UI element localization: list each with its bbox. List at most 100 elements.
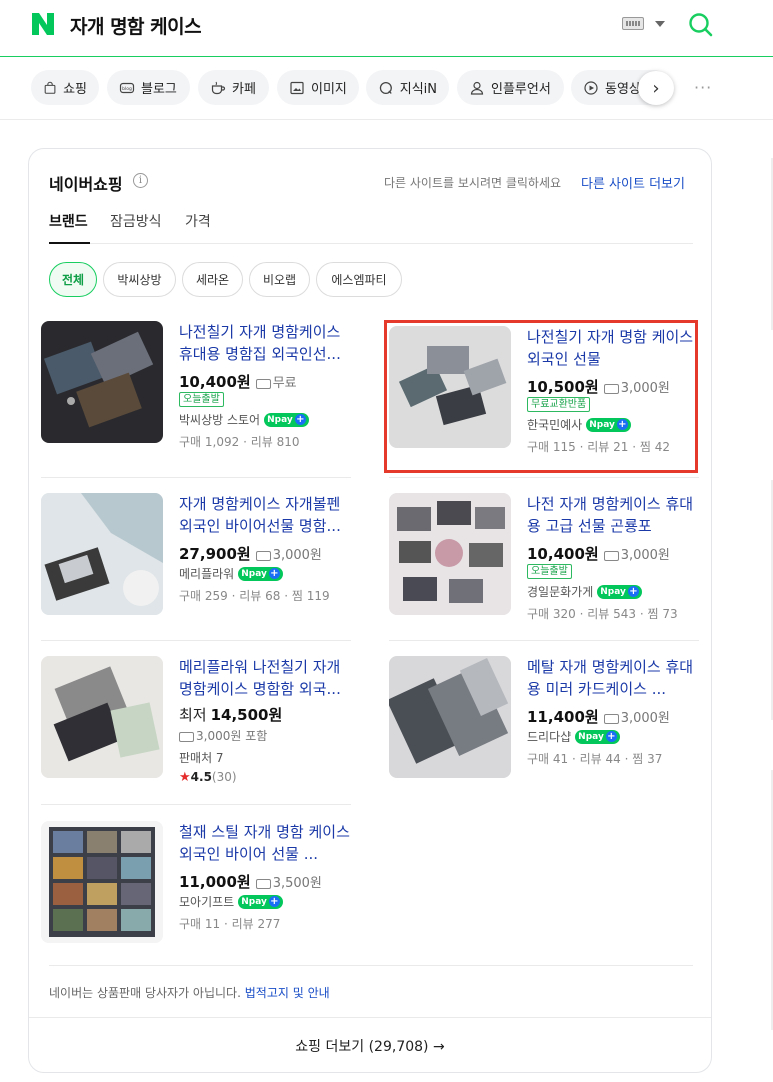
tab-shopping[interactable]: 쇼핑 <box>31 70 99 105</box>
legal-notice-link[interactable]: 법적고지 및 안내 <box>245 986 330 1000</box>
product-price: 10,400원 무료 <box>179 371 297 392</box>
search-query[interactable]: 자개 명함 케이스 <box>70 12 202 39</box>
product-item[interactable]: 메리플라워 나전칠기 자개 명함케이스 명함함 외국... 최저 14,500원 … <box>41 656 361 791</box>
product-stats: 구매 1,092 · 리뷰 810 <box>179 435 300 449</box>
seller-name[interactable]: 모아기프트 Npay + <box>179 893 283 910</box>
product-image[interactable] <box>41 493 163 615</box>
truck-icon <box>603 713 619 724</box>
product-image[interactable] <box>41 656 163 778</box>
filter-tab-lock[interactable]: 잠금방식 <box>110 211 162 231</box>
truck-icon <box>255 878 271 889</box>
search-tabs: 쇼핑 blog 블로그 카페 이미지 지식iN 인플루언서 동영상 › ··· <box>0 58 773 120</box>
product-price: 11,400원 3,000원 <box>527 706 670 727</box>
truck-icon <box>255 378 271 389</box>
card-title: 네이버쇼핑 <box>49 175 123 194</box>
product-item[interactable]: 나전 자개 명함케이스 휴대용 고급 선물 곤룡포 10,400원 3,000원 … <box>389 493 702 621</box>
row-divider <box>389 477 699 478</box>
price-value: 14,500원 <box>210 706 283 724</box>
info-icon[interactable]: i <box>133 173 148 188</box>
product-item[interactable]: 철재 스틸 자개 명함 케이스 외국인 바이어 선물 ... 11,000원 3,… <box>41 821 361 946</box>
product-image[interactable] <box>41 321 163 443</box>
seller-name[interactable]: 경일문화가게 Npay + <box>527 583 642 600</box>
chip-brand[interactable]: 박씨상방 <box>103 262 176 297</box>
chevron-down-icon[interactable] <box>655 21 665 27</box>
tab-influencer[interactable]: 인플루언서 <box>457 70 564 105</box>
tab-image[interactable]: 이미지 <box>277 70 359 105</box>
price-value: 27,900원 <box>179 545 251 563</box>
seller-name[interactable]: 박씨상방 스토어 Npay + <box>179 411 309 428</box>
section-divider <box>49 965 693 966</box>
other-site-link[interactable]: 다른 사이트 더보기 <box>581 173 685 192</box>
chip-brand[interactable]: 에스엠파티 <box>316 262 402 297</box>
price-value: 11,400원 <box>527 708 599 726</box>
product-price: 최저 14,500원 <box>179 704 282 725</box>
product-badge: 오늘출발 <box>527 564 572 579</box>
product-stats: 구매 259 · 리뷰 68 · 찜 119 <box>179 589 330 603</box>
product-image[interactable] <box>41 821 163 943</box>
product-title[interactable]: 나전 자개 명함케이스 휴대용 고급 선물 곤룡포 <box>527 493 702 537</box>
chip-all[interactable]: 전체 <box>49 262 97 297</box>
product-image[interactable] <box>389 656 511 778</box>
tab-label: 이미지 <box>311 82 347 97</box>
product-stats: 구매 41 · 리뷰 44 · 찜 37 <box>527 752 663 766</box>
image-icon <box>290 81 304 94</box>
product-item[interactable]: 나전칠기 자개 명함케이스 휴대용 명함집 외국인선... 10,400원 무료 … <box>41 321 361 449</box>
npay-badge: Npay + <box>597 584 642 599</box>
shipping-fee: 3,000원 <box>603 711 670 726</box>
shipping-fee: 무료 <box>255 376 297 391</box>
npay-badge: Npay + <box>264 412 309 427</box>
svg-text:blog: blog <box>122 86 132 92</box>
price-value: 10,400원 <box>527 545 599 563</box>
seller-count[interactable]: 판매처 7 <box>179 749 224 766</box>
tab-blog[interactable]: blog 블로그 <box>107 70 190 105</box>
shipping-fee: 3,000원 <box>603 548 670 563</box>
shopping-more-button[interactable]: 쇼핑 더보기 (29,708) → <box>29 1018 711 1073</box>
keyboard-icon[interactable] <box>622 17 644 30</box>
cafe-icon <box>211 81 226 94</box>
npay-badge: Npay + <box>575 729 620 744</box>
filter-tab-brand[interactable]: 브랜드 <box>49 211 88 231</box>
product-price: 11,000원 3,500원 <box>179 871 322 892</box>
chevron-right-icon: › <box>652 77 660 99</box>
seller-name[interactable]: 드리다샵 Npay + <box>527 728 620 745</box>
tab-label: 블로그 <box>141 82 177 97</box>
active-tab-underline <box>49 242 90 244</box>
seller-name[interactable]: 메리플라워 Npay + <box>179 565 283 582</box>
other-site-hint: 다른 사이트를 보시려면 클릭하세요 <box>384 176 562 190</box>
tabs-next-button[interactable]: › <box>638 71 674 105</box>
tab-kin[interactable]: 지식iN <box>366 70 449 105</box>
truck-icon <box>255 550 271 561</box>
price-value: 11,000원 <box>179 873 251 891</box>
tab-cafe[interactable]: 카페 <box>198 70 269 105</box>
product-item[interactable]: 자개 명함케이스 자개볼펜 외국인 바이어선물 명함... 27,900원 3,0… <box>41 493 361 618</box>
search-icon[interactable] <box>688 12 714 38</box>
naver-logo[interactable] <box>30 11 56 37</box>
truck-icon <box>179 731 194 742</box>
selection-highlight <box>384 320 698 473</box>
chip-brand[interactable]: 세라온 <box>182 262 243 297</box>
tab-label: 동영상 <box>605 82 641 97</box>
tab-label: 인플루언서 <box>491 82 551 97</box>
product-title[interactable]: 메탈 자개 명함케이스 휴대용 미러 카드케이스 ... <box>527 656 702 700</box>
product-title[interactable]: 나전칠기 자개 명함케이스 휴대용 명함집 외국인선... <box>179 321 354 365</box>
more-dots-icon[interactable]: ··· <box>694 78 712 97</box>
star-icon: ★ <box>179 770 191 785</box>
npay-badge: Npay + <box>238 566 283 581</box>
tab-label: 지식iN <box>399 82 437 97</box>
product-title[interactable]: 자개 명함케이스 자개볼펜 외국인 바이어선물 명함... <box>179 493 354 537</box>
shipping-fee: 3,000원 포함 <box>179 727 267 744</box>
product-badge: 오늘출발 <box>179 392 224 407</box>
product-title[interactable]: 메리플라워 나전칠기 자개 명함케이스 명함함 외국... <box>179 656 354 700</box>
tab-label: 쇼핑 <box>63 82 87 97</box>
play-icon <box>584 80 598 95</box>
product-title[interactable]: 철재 스틸 자개 명함 케이스 외국인 바이어 선물 ... <box>179 821 354 865</box>
shipping-fee: 3,500원 <box>255 876 322 891</box>
chip-brand[interactable]: 비오랩 <box>249 262 310 297</box>
shopping-bag-icon <box>44 81 56 94</box>
product-item[interactable]: 메탈 자개 명함케이스 휴대용 미러 카드케이스 ... 11,400원 3,00… <box>389 656 699 781</box>
product-price: 27,900원 3,000원 <box>179 543 322 564</box>
truck-icon <box>603 550 619 561</box>
tab-label: 카페 <box>232 82 256 97</box>
product-image[interactable] <box>389 493 511 615</box>
filter-tab-price[interactable]: 가격 <box>185 211 211 231</box>
